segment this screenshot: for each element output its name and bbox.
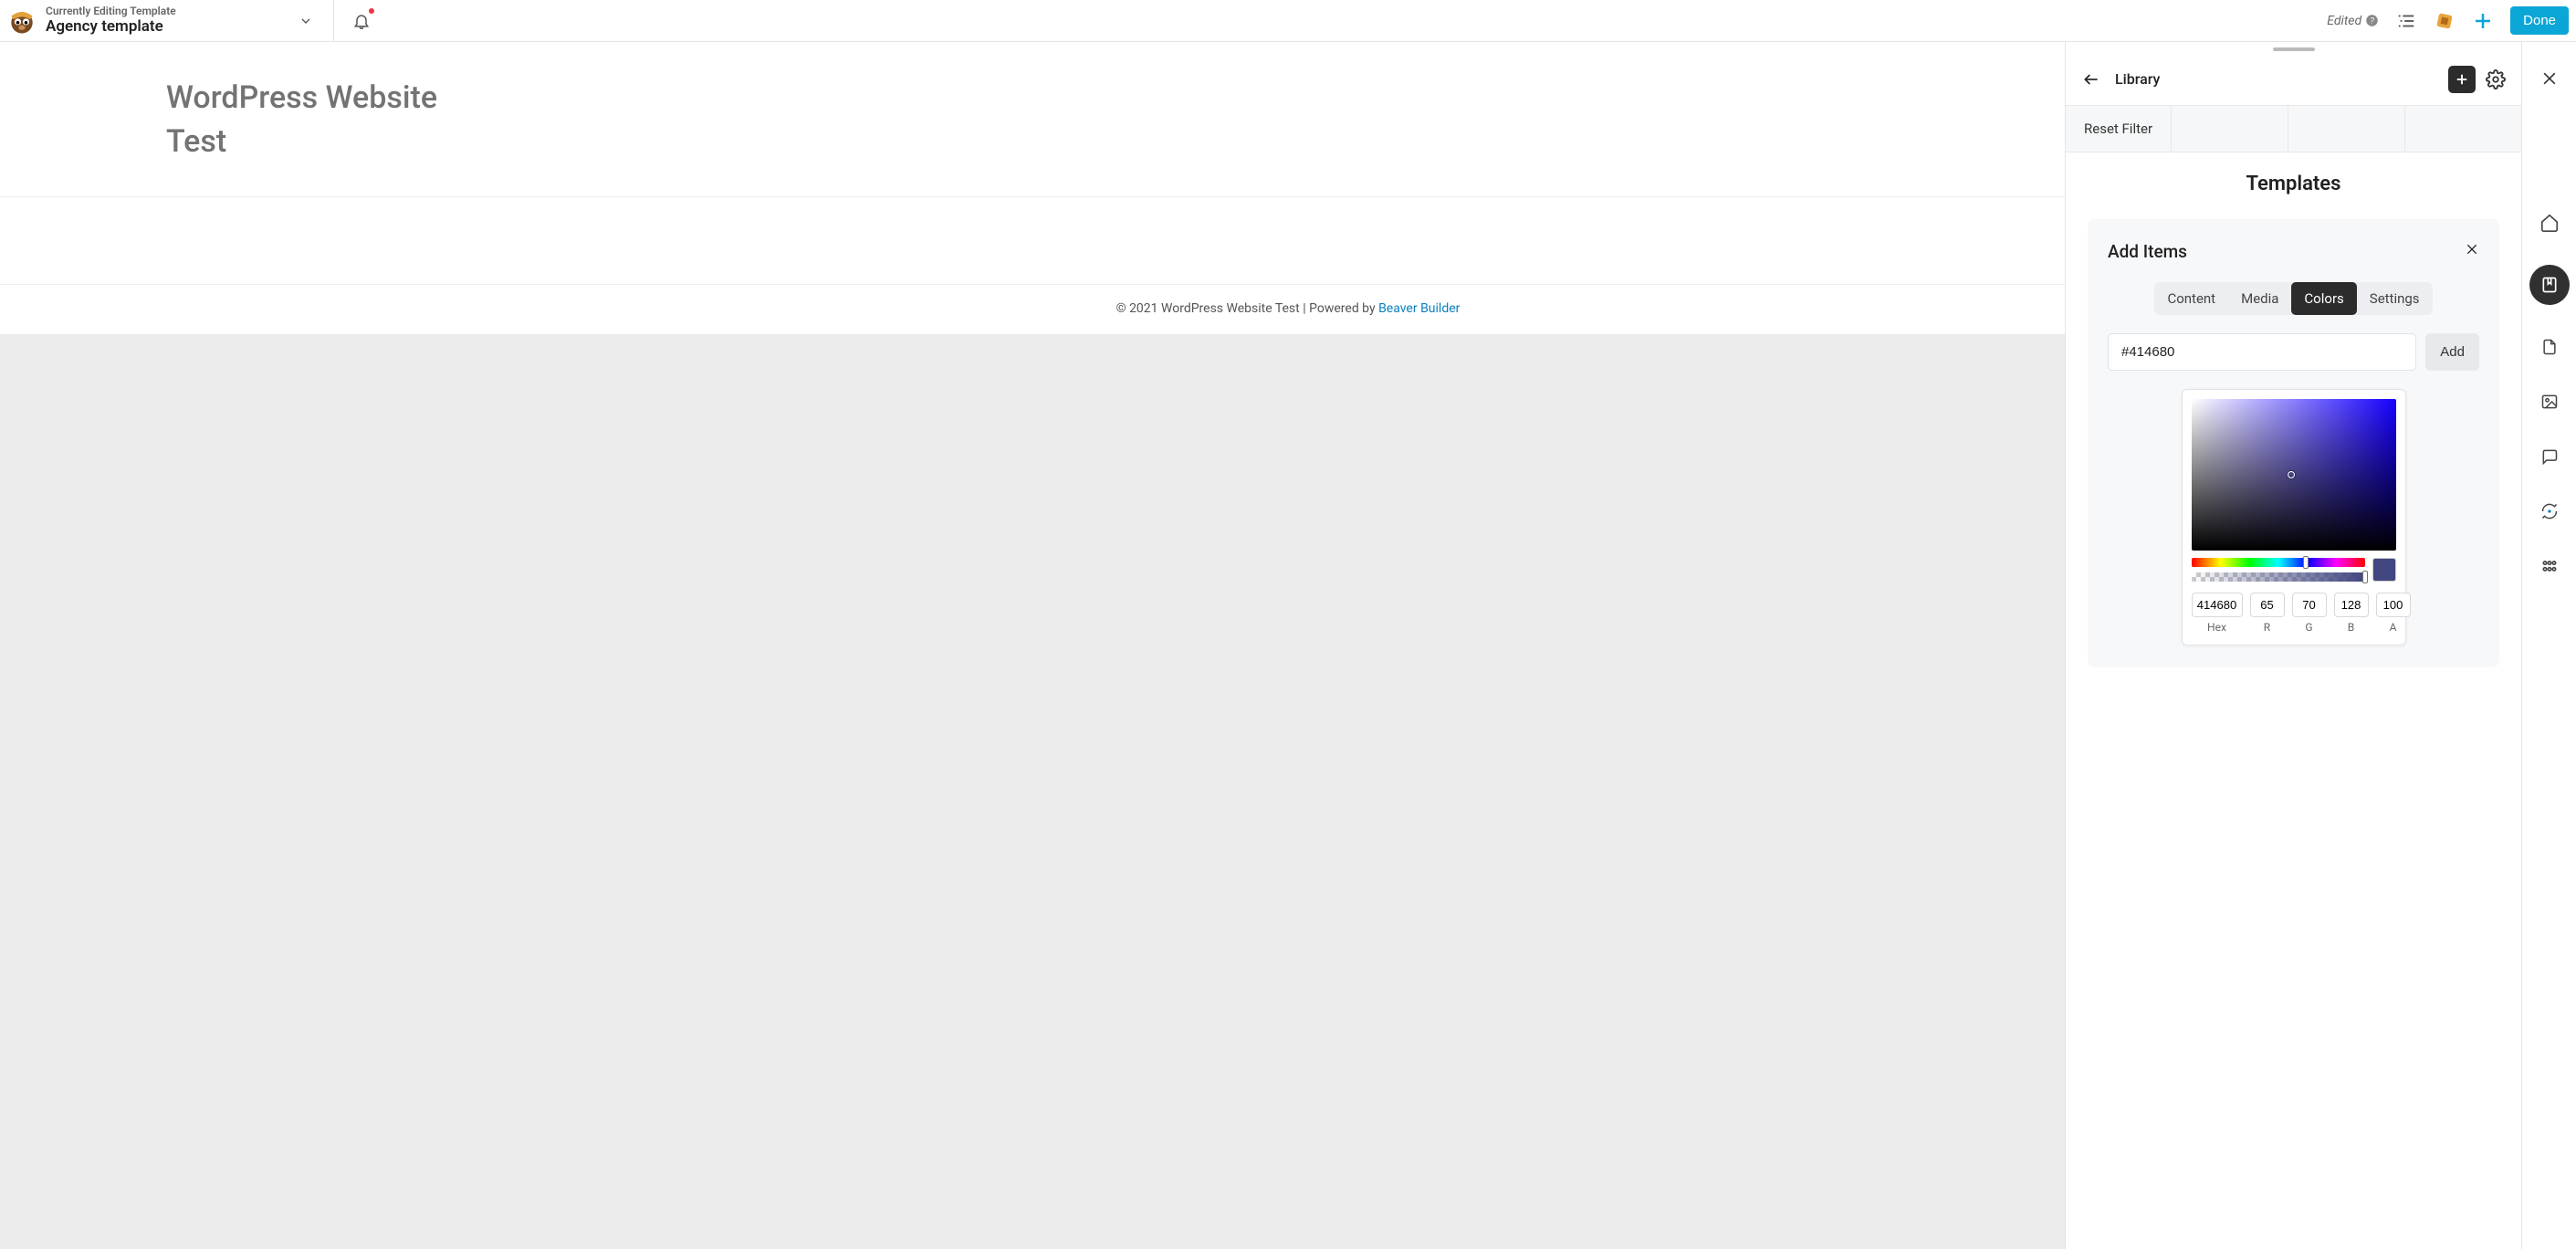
picker-a-input[interactable]	[2376, 593, 2411, 617]
footer-link[interactable]: Beaver Builder	[1378, 301, 1460, 316]
hex-text-input[interactable]	[2108, 333, 2416, 371]
bookmark-icon	[2540, 276, 2559, 294]
section-title: Templates	[2066, 152, 2521, 219]
add-content-button[interactable]	[2472, 10, 2494, 32]
back-button[interactable]	[2080, 68, 2102, 90]
library-panel: Library Reset Filter Templates Add Items	[2065, 42, 2521, 1249]
picker-hex-input[interactable]	[2192, 593, 2243, 617]
rail-apps[interactable]	[2537, 553, 2562, 579]
label-hex: Hex	[2207, 621, 2226, 634]
card-close-button[interactable]	[2465, 242, 2479, 261]
site-title: WordPress Website Test	[166, 77, 495, 163]
card-title: Add Items	[2108, 241, 2187, 262]
close-icon	[2540, 69, 2559, 88]
rail-comments[interactable]	[2537, 444, 2562, 469]
hue-thumb[interactable]	[2303, 556, 2309, 569]
alpha-thumb[interactable]	[2362, 571, 2368, 583]
color-picker: Hex R G B A	[2182, 389, 2406, 645]
picker-b-input[interactable]	[2334, 593, 2369, 617]
tab-colors[interactable]: Colors	[2291, 282, 2356, 315]
filter-tabs	[2172, 106, 2521, 152]
drag-handle[interactable]	[2273, 47, 2315, 51]
label-g: G	[2305, 621, 2312, 634]
sync-icon	[2540, 502, 2559, 520]
picker-r-input[interactable]	[2250, 593, 2285, 617]
image-icon	[2540, 393, 2559, 411]
app-logo[interactable]	[4, 3, 40, 39]
top-bar: Currently Editing Template Agency templa…	[0, 0, 2576, 42]
filter-cell[interactable]	[2172, 106, 2288, 152]
add-items-card: Add Items Content Media Colors Settings …	[2088, 219, 2499, 667]
alpha-slider[interactable]	[2192, 572, 2365, 582]
home-icon	[2539, 213, 2560, 233]
reset-filter-button[interactable]: Reset Filter	[2066, 106, 2172, 152]
done-button[interactable]: Done	[2510, 6, 2569, 35]
panel-title: Library	[2115, 70, 2160, 88]
top-bar-right: Edited ? Done	[2327, 0, 2576, 41]
current-color-swatch	[2372, 558, 2396, 582]
gear-icon	[2486, 69, 2506, 89]
apps-icon	[2540, 557, 2559, 575]
plus-icon	[2454, 71, 2470, 88]
hue-slider[interactable]	[2192, 558, 2365, 567]
panel-scroll[interactable]: Templates Add Items Content Media Colors…	[2066, 152, 2521, 1249]
rail-home[interactable]	[2537, 210, 2562, 236]
assistant-icon	[2435, 11, 2455, 31]
tab-media[interactable]: Media	[2228, 282, 2291, 315]
panel-close-button[interactable]	[2539, 68, 2560, 89]
divider	[333, 0, 334, 42]
tab-settings[interactable]: Settings	[2357, 282, 2433, 315]
card-tabs: Content Media Colors Settings	[2154, 282, 2432, 315]
rail-updates[interactable]	[2537, 499, 2562, 524]
label-r: R	[2264, 621, 2270, 634]
arrow-left-icon	[2082, 70, 2100, 89]
outline-icon	[2396, 11, 2416, 31]
add-library-item-button[interactable]	[2448, 66, 2476, 93]
file-icon	[2540, 338, 2559, 356]
add-color-button[interactable]: Add	[2425, 333, 2479, 371]
template-name: Agency template	[46, 18, 176, 37]
top-bar-left: Currently Editing Template Agency templa…	[0, 0, 372, 41]
chevron-down-icon[interactable]	[295, 10, 317, 32]
rail-library[interactable]	[2529, 265, 2570, 305]
close-icon	[2465, 242, 2479, 257]
outline-button[interactable]	[2395, 10, 2417, 32]
bell-icon	[352, 12, 371, 30]
plus-icon	[2472, 10, 2494, 32]
filter-cell[interactable]	[2288, 106, 2405, 152]
panel-settings-button[interactable]	[2485, 68, 2507, 90]
notification-dot-icon	[369, 8, 374, 14]
label-a: A	[2390, 621, 2397, 634]
rail-media[interactable]	[2537, 389, 2562, 415]
picker-g-input[interactable]	[2292, 593, 2327, 617]
right-rail	[2521, 42, 2576, 1249]
picker-inputs: Hex R G B A	[2192, 593, 2396, 634]
tab-content[interactable]: Content	[2154, 282, 2228, 315]
editing-context-label: Currently Editing Template	[46, 5, 176, 18]
assistant-button[interactable]	[2434, 10, 2456, 32]
edited-label: Edited	[2327, 14, 2361, 28]
help-icon: ?	[2365, 14, 2379, 27]
sv-thumb[interactable]	[2288, 471, 2295, 478]
footer-text: © 2021 WordPress Website Test | Powered …	[1116, 301, 1378, 316]
title-block[interactable]: Currently Editing Template Agency templa…	[46, 5, 176, 36]
panel-header: Library	[2066, 53, 2521, 106]
filter-cell[interactable]	[2405, 106, 2521, 152]
label-b: B	[2348, 621, 2354, 634]
notifications-button[interactable]	[351, 10, 372, 32]
rail-content[interactable]	[2537, 334, 2562, 360]
edited-indicator[interactable]: Edited ?	[2327, 14, 2379, 28]
svg-text:?: ?	[2370, 16, 2374, 26]
filter-row: Reset Filter	[2066, 106, 2521, 152]
saturation-value-area[interactable]	[2192, 399, 2396, 551]
comment-icon	[2540, 447, 2559, 466]
